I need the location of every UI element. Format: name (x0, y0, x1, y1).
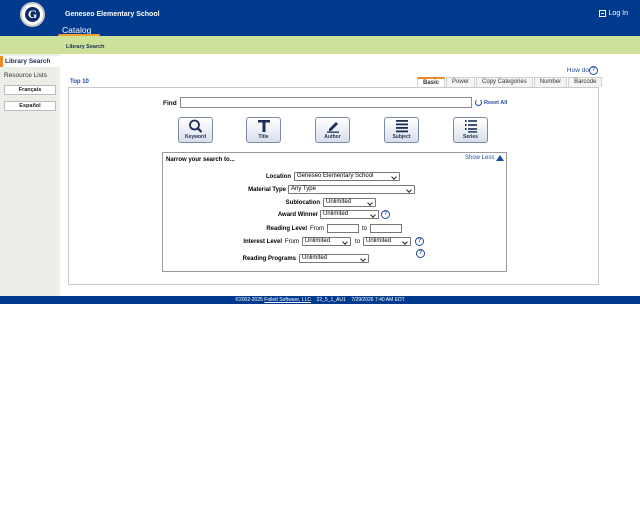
find-input[interactable] (180, 97, 472, 108)
search-tabs: Basic Power Copy Categories Number Barco… (417, 77, 603, 87)
top-10-link[interactable]: Top 10 (70, 79, 89, 85)
magnifier-icon (186, 118, 206, 134)
tab-power[interactable]: Power (446, 77, 476, 87)
login-button[interactable]: Log In (598, 10, 628, 17)
language-spanish-button[interactable]: Español (4, 101, 56, 111)
material-type-label: Material Type (248, 187, 286, 193)
login-label: Log In (608, 10, 628, 17)
title-search-button[interactable]: Title (246, 117, 281, 143)
reading-from-label: From (310, 226, 324, 232)
author-label: Author (324, 134, 341, 140)
interest-level-label: Interest Level (243, 239, 282, 245)
logo-letter: G (25, 7, 40, 22)
help-icon[interactable]: ? (589, 66, 598, 75)
sidebar-item-library-search[interactable]: Library Search (0, 56, 60, 67)
reading-programs-help-icon[interactable]: ? (416, 249, 425, 258)
material-type-select[interactable]: Any Type (288, 185, 415, 194)
reading-level-from-input[interactable] (327, 224, 359, 233)
interest-level-to-select[interactable]: Unlimited (363, 237, 411, 246)
location-label: Location (266, 174, 291, 180)
subnav-library-search[interactable]: Library Search (66, 44, 105, 50)
interest-level-help-icon[interactable]: ? (415, 237, 424, 246)
footer: ©2002-2025 Follett Software, LLC 22_5_1_… (0, 296, 640, 304)
series-search-button[interactable]: Series (453, 117, 488, 143)
show-less-toggle[interactable]: Show Less (465, 155, 505, 161)
tab-barcode[interactable]: Barcode (568, 77, 603, 87)
reading-programs-select[interactable]: Unlimited (299, 254, 369, 263)
sublocation-label: Sublocation (285, 200, 320, 206)
show-less-label: Show Less (465, 155, 495, 161)
reset-all-button[interactable]: Reset All (475, 99, 507, 106)
tab-number[interactable]: Number (533, 77, 568, 87)
title-t-icon (254, 118, 274, 134)
sub-navigation-bar: Library Search (0, 36, 640, 54)
pen-icon (323, 118, 343, 134)
numbered-list-icon (461, 118, 481, 134)
sidebar-item-resource-lists[interactable]: Resource Lists (0, 70, 60, 81)
tab-copy-categories[interactable]: Copy Categories (476, 77, 533, 87)
subject-label: Subject (392, 134, 411, 140)
reading-level-label: Reading Level (266, 226, 307, 232)
triangle-up-icon (496, 155, 505, 161)
lines-icon (392, 118, 412, 134)
reading-level-to-input[interactable] (370, 224, 402, 233)
interest-from-label: From (285, 239, 299, 245)
refresh-icon (475, 99, 482, 106)
narrow-search-title: Narrow your search to... (166, 157, 235, 163)
location-select[interactable]: Geneseo Elementary School (294, 172, 400, 181)
keyword-label: Keyword (184, 134, 207, 140)
interest-to-label: to (355, 239, 361, 245)
title-label: Title (258, 134, 269, 140)
footer-version: 22_5_1_AU1 (316, 297, 346, 303)
reset-all-label: Reset All (484, 99, 508, 106)
keyword-search-button[interactable]: Keyword (178, 117, 213, 143)
award-winner-select[interactable]: Unlimited (320, 210, 379, 219)
subject-search-button[interactable]: Subject (384, 117, 419, 143)
school-name: Geneseo Elementary School (65, 11, 160, 18)
login-icon (598, 10, 606, 17)
top-header: G Geneseo Elementary School Catalog Log … (0, 0, 640, 36)
reading-programs-label: Reading Programs (242, 256, 296, 262)
footer-datetime: 7/29/2026 7:40 AM EDT (351, 297, 405, 303)
footer-company-link[interactable]: Follett Software, LLC (264, 297, 311, 303)
series-label: Series (462, 134, 478, 140)
find-label: Find (163, 100, 177, 107)
language-french-button[interactable]: Français (4, 85, 56, 95)
award-winner-help-icon[interactable]: ? (381, 210, 390, 219)
interest-level-from-select[interactable]: Unlimited (302, 237, 351, 246)
author-search-button[interactable]: Author (315, 117, 350, 143)
school-logo[interactable]: G (20, 2, 45, 27)
award-winner-label: Award Winner (277, 212, 318, 218)
reading-to-label: to (362, 226, 368, 232)
tab-basic[interactable]: Basic (417, 77, 446, 87)
sublocation-select[interactable]: Unlimited (323, 198, 376, 207)
sidebar: Library Search Resource Lists Français E… (0, 54, 60, 296)
footer-copyright: ©2002-2025 (235, 297, 263, 303)
